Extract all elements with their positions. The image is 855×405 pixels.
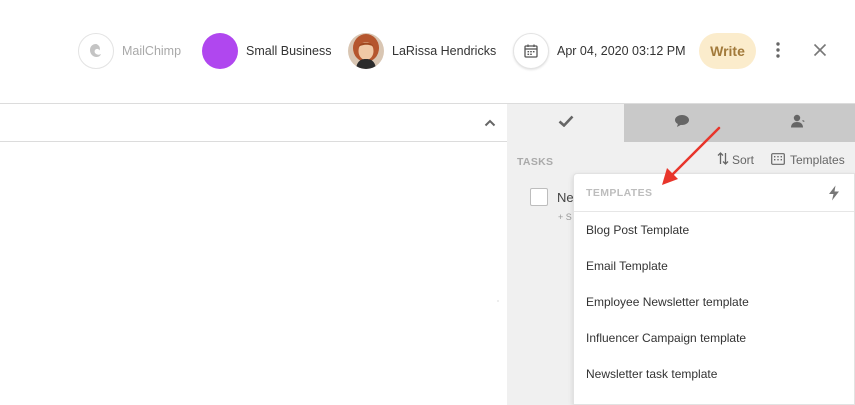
- chat-bubble-icon: [674, 114, 690, 133]
- checkmark-icon: [558, 114, 574, 132]
- tab-comments[interactable]: [624, 104, 740, 142]
- write-button[interactable]: Write: [699, 33, 756, 69]
- assignee-name: LaRissa Hendricks: [392, 44, 497, 58]
- templates-dropdown-title: TEMPLATES: [586, 187, 653, 199]
- tab-contacts[interactable]: [740, 104, 855, 142]
- avatar: [348, 33, 384, 69]
- template-item[interactable]: Newsletter task template: [574, 356, 854, 392]
- template-item[interactable]: Employee Newsletter template: [574, 284, 854, 320]
- tab-tasks[interactable]: [507, 104, 624, 142]
- template-item[interactable]: Blog Post Template: [574, 212, 854, 248]
- templates-dropdown: TEMPLATES Blog Post Template Email Templ…: [573, 173, 855, 405]
- due-date-chip[interactable]: Apr 04, 2020 03:12 PM: [513, 32, 686, 70]
- sort-button[interactable]: Sort: [717, 152, 754, 168]
- chevron-up-icon[interactable]: [481, 114, 499, 132]
- editor-area[interactable]: [0, 104, 507, 405]
- business-label: Small Business: [246, 44, 332, 58]
- templates-dropdown-header: TEMPLATES: [574, 174, 854, 212]
- lightning-bolt-icon[interactable]: [827, 185, 841, 201]
- mailchimp-logo-icon: [78, 33, 114, 69]
- due-date-label: Apr 04, 2020 03:12 PM: [557, 44, 686, 58]
- tasks-section-title: TASKS: [517, 156, 554, 168]
- task-item: Ne: [530, 187, 574, 207]
- calendar-icon: [513, 33, 549, 69]
- mailchimp-chip[interactable]: MailChimp: [78, 32, 181, 70]
- header-bar: MailChimp Small Business LaRissa Hendric…: [0, 0, 855, 103]
- sort-label: Sort: [732, 153, 755, 167]
- task-title[interactable]: Ne: [557, 190, 574, 205]
- person-icon: [790, 114, 806, 133]
- assignee-chip[interactable]: LaRissa Hendricks: [348, 32, 496, 70]
- task-checkbox[interactable]: [530, 188, 548, 206]
- mailchimp-label: MailChimp: [122, 44, 182, 58]
- templates-label: Templates: [790, 153, 845, 167]
- business-chip[interactable]: Small Business: [202, 32, 331, 70]
- template-item[interactable]: Email Template: [574, 248, 854, 284]
- close-icon[interactable]: [808, 38, 832, 62]
- keyboard-icon: [771, 152, 785, 168]
- template-item[interactable]: Influencer Campaign template: [574, 320, 854, 356]
- sort-icon: [717, 152, 729, 168]
- task-subtask-link[interactable]: + S: [558, 212, 572, 222]
- editor-cursor-mark: [497, 300, 499, 302]
- more-vertical-icon[interactable]: [768, 38, 788, 62]
- templates-button[interactable]: Templates: [771, 152, 845, 168]
- business-color-dot: [202, 33, 238, 69]
- editor-toolbar: [0, 104, 507, 142]
